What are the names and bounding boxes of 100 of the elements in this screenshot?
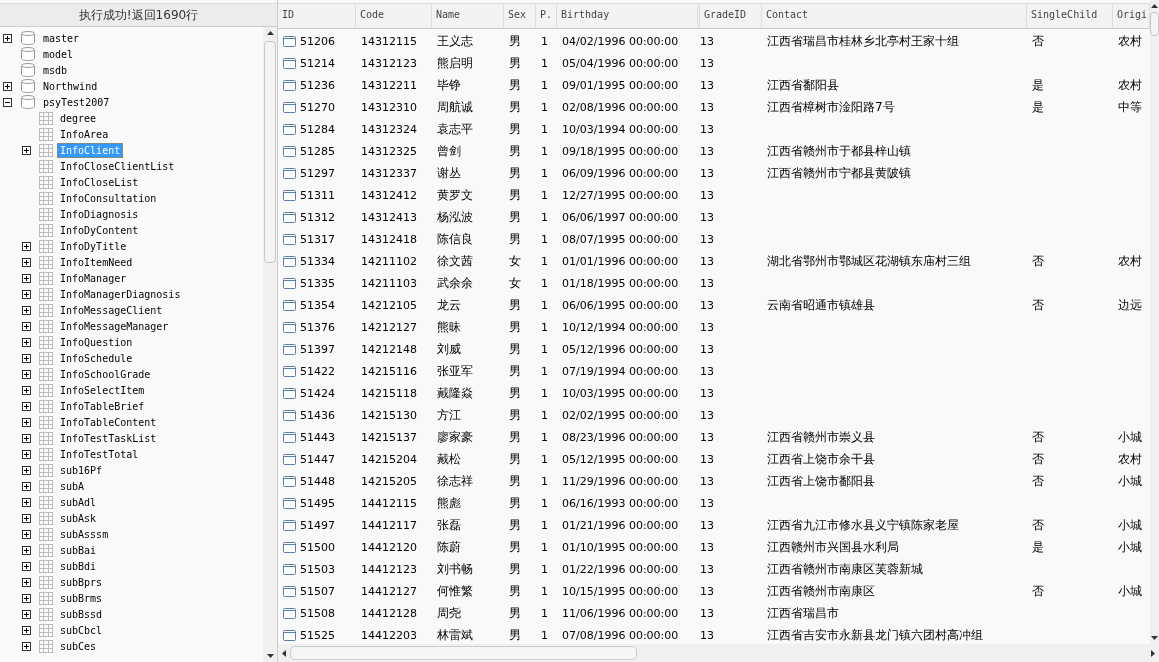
tree-item[interactable]: subAdl xyxy=(57,494,100,510)
expand-icon[interactable] xyxy=(22,145,31,155)
table-cell: 51424 xyxy=(300,386,335,400)
tree-item[interactable]: InfoSchoolGrade xyxy=(57,366,154,382)
tree-item[interactable]: InfoMessageClient xyxy=(57,302,166,318)
tree-item[interactable]: InfoSelectItem xyxy=(57,382,148,398)
expand-icon[interactable] xyxy=(22,401,31,411)
tree-item[interactable]: subBai xyxy=(57,542,100,558)
expand-icon[interactable] xyxy=(22,577,31,587)
scrollbar-thumb[interactable] xyxy=(290,646,637,660)
tree-item[interactable]: InfoCloseClientList xyxy=(57,158,178,174)
tree-item[interactable]: sub16Pf xyxy=(57,462,106,478)
table-cell: 14312418 xyxy=(361,232,417,246)
tree-item[interactable]: psyTest2007 xyxy=(40,94,113,110)
vertical-scrollbar[interactable] xyxy=(1150,0,1159,644)
expand-icon[interactable] xyxy=(3,33,12,43)
expand-icon[interactable] xyxy=(22,273,31,283)
scroll-down-icon[interactable] xyxy=(266,654,274,658)
column-header[interactable]: Code xyxy=(356,4,432,28)
row-icon xyxy=(283,145,296,157)
expand-icon[interactable] xyxy=(22,433,31,443)
expand-icon[interactable] xyxy=(22,609,31,619)
scroll-right-icon[interactable] xyxy=(1151,649,1155,657)
expand-icon[interactable] xyxy=(22,545,31,555)
table-cell: 边远 xyxy=(1118,296,1142,314)
tree-item[interactable]: InfoQuestion xyxy=(57,334,136,350)
column-header[interactable]: Contact xyxy=(762,4,1027,28)
expand-icon[interactable] xyxy=(22,337,31,347)
tree-item[interactable]: InfoArea xyxy=(57,126,112,142)
tree-item[interactable]: degree xyxy=(57,110,100,126)
tree-item[interactable]: InfoDiagnosis xyxy=(57,206,142,222)
tree-item[interactable]: InfoTestTotal xyxy=(57,446,142,462)
expand-icon[interactable] xyxy=(22,241,31,251)
expand-icon[interactable] xyxy=(22,449,31,459)
tree-item[interactable]: InfoTableBrief xyxy=(57,398,148,414)
tree-item[interactable]: InfoItemNeed xyxy=(57,254,136,270)
scrollbar-thumb[interactable] xyxy=(1150,12,1159,36)
expand-icon[interactable] xyxy=(22,353,31,363)
tree-item[interactable]: master xyxy=(40,30,83,46)
column-header[interactable]: ID xyxy=(278,4,356,28)
expand-icon[interactable] xyxy=(22,497,31,507)
expand-icon[interactable] xyxy=(22,289,31,299)
column-header[interactable]: GradeID xyxy=(700,4,762,28)
expand-icon[interactable] xyxy=(22,257,31,267)
column-header[interactable]: Sex xyxy=(504,4,536,28)
tree-item[interactable]: InfoDyContent xyxy=(57,222,142,238)
tree-item[interactable]: InfoManager xyxy=(57,270,130,286)
expand-icon[interactable] xyxy=(3,81,12,91)
column-header[interactable]: P. xyxy=(536,4,557,28)
tree-item[interactable]: subBssd xyxy=(57,606,106,622)
column-header[interactable]: Birthday xyxy=(557,4,700,28)
tree-item[interactable]: subBdi xyxy=(57,558,100,574)
table-cell: 否 xyxy=(1032,582,1044,600)
table-cell: 袁志平 xyxy=(437,120,473,138)
expand-icon[interactable] xyxy=(22,321,31,331)
scroll-left-icon[interactable] xyxy=(282,649,286,657)
expand-icon[interactable] xyxy=(22,385,31,395)
tree-item[interactable]: InfoSchedule xyxy=(57,350,136,366)
expand-icon[interactable] xyxy=(22,641,31,651)
scroll-up-icon[interactable] xyxy=(266,31,274,35)
tree-item[interactable]: InfoManagerDiagnosis xyxy=(57,286,184,302)
tree-item[interactable]: msdb xyxy=(40,62,71,78)
expand-icon[interactable] xyxy=(22,465,31,475)
tree-item[interactable]: subCes xyxy=(57,638,100,654)
column-header[interactable]: Name xyxy=(432,4,504,28)
tree-item[interactable]: subBprs xyxy=(57,574,106,590)
table-cell: 14312324 xyxy=(361,122,417,136)
tree-item[interactable]: InfoMessageManager xyxy=(57,318,172,334)
expand-icon[interactable] xyxy=(22,513,31,523)
tree-item[interactable]: subCbcl xyxy=(57,622,106,638)
tree-item[interactable]: Northwind xyxy=(40,78,101,94)
expand-icon[interactable] xyxy=(22,369,31,379)
tree-item[interactable]: subAsssm xyxy=(57,526,112,542)
column-header[interactable]: SingleChild xyxy=(1027,4,1113,28)
tree-item[interactable]: subBrms xyxy=(57,590,106,606)
expand-icon[interactable] xyxy=(22,417,31,427)
tree-item[interactable]: InfoConsultation xyxy=(57,190,160,206)
table-cell: 否 xyxy=(1032,428,1044,446)
scrollbar-thumb[interactable] xyxy=(264,41,276,263)
table-cell: 农村 xyxy=(1118,76,1142,94)
table-cell: 13 xyxy=(700,562,714,576)
expand-icon[interactable] xyxy=(22,529,31,539)
collapse-icon[interactable] xyxy=(3,97,12,107)
expand-icon[interactable] xyxy=(22,625,31,635)
tree-item[interactable]: subAsk xyxy=(57,510,100,526)
horizontal-scrollbar[interactable] xyxy=(278,644,1159,662)
tree-item[interactable]: subA xyxy=(57,478,88,494)
vertical-scrollbar[interactable] xyxy=(263,27,277,662)
tree-item[interactable]: InfoCloseList xyxy=(57,174,142,190)
expand-icon[interactable] xyxy=(22,305,31,315)
scroll-down-icon[interactable] xyxy=(1151,636,1158,640)
scroll-up-icon[interactable] xyxy=(1151,4,1158,8)
expand-icon[interactable] xyxy=(22,481,31,491)
expand-icon[interactable] xyxy=(22,593,31,603)
table-cell: 14211103 xyxy=(361,276,417,290)
tree-item[interactable]: InfoTestTaskList xyxy=(57,430,160,446)
tree-item[interactable]: InfoTableContent xyxy=(57,414,160,430)
expand-icon[interactable] xyxy=(22,561,31,571)
tree-item[interactable]: model xyxy=(40,46,77,62)
tree-item[interactable]: InfoDyTitle xyxy=(57,238,130,254)
